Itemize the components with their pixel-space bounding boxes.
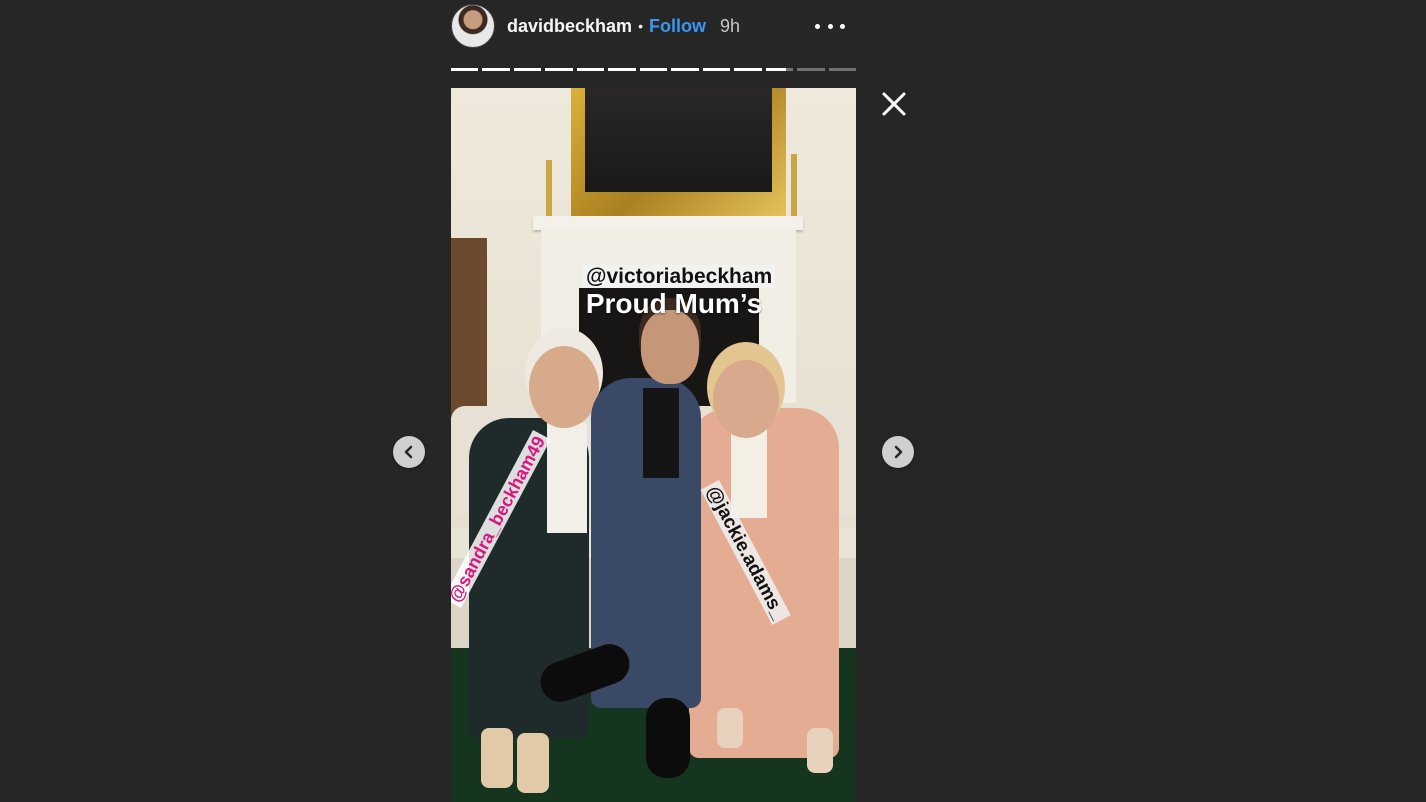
more-dot — [840, 23, 845, 29]
progress-segment — [482, 68, 510, 71]
separator-dot: • — [638, 18, 643, 34]
follow-button[interactable]: Follow — [649, 16, 706, 37]
photo-person-right-blouse — [731, 428, 767, 518]
photo-shoe — [807, 728, 833, 773]
more-options-icon[interactable] — [815, 14, 845, 38]
progress-segment — [671, 68, 699, 71]
previous-story-button[interactable] — [393, 436, 425, 468]
story-photo — [451, 88, 856, 802]
post-time: 9h — [719, 15, 740, 36]
photo-shoe — [517, 733, 549, 793]
next-story-button[interactable] — [882, 436, 914, 468]
story-header: davidbeckham • Follow 9h — [451, 4, 856, 48]
progress-fill — [765, 68, 787, 71]
photo-person-right-head — [713, 360, 779, 438]
progress-segment — [797, 68, 825, 71]
mention-text: @victoriabeckham — [583, 265, 776, 288]
progress-segment — [451, 68, 479, 71]
more-dot — [827, 23, 833, 29]
progress-fill — [482, 68, 510, 71]
photo-candlestick — [791, 154, 797, 216]
photo-door — [451, 238, 487, 418]
progress-segment — [545, 68, 573, 71]
photo-person-left-blouse — [547, 423, 587, 533]
photo-person-middle-shirt — [643, 388, 679, 478]
progress-segment — [702, 68, 731, 71]
progress-segment — [639, 68, 668, 71]
avatar[interactable] — [451, 4, 495, 48]
photo-shoe — [717, 708, 743, 748]
username-link[interactable]: davidbeckham — [507, 16, 632, 37]
progress-fill — [576, 68, 605, 71]
photo-candlestick — [546, 160, 552, 216]
photo-person-middle-head — [641, 310, 699, 384]
progress-fill — [639, 68, 668, 71]
close-icon-svg — [882, 92, 906, 116]
photo-shoe — [481, 728, 513, 788]
story-viewer: davidbeckham • Follow 9h @victoriabeckha… — [0, 0, 1426, 802]
chevron-left-icon — [404, 445, 413, 459]
progress-segment — [765, 68, 794, 71]
progress-fill — [513, 68, 542, 71]
photo-painting — [585, 88, 772, 192]
progress-segment — [608, 68, 636, 71]
progress-segment — [513, 68, 542, 71]
chevron-right-icon — [894, 445, 903, 459]
progress-fill — [545, 68, 573, 71]
progress-segment — [734, 68, 762, 71]
progress-segment — [576, 68, 605, 71]
photo-shoe — [646, 698, 690, 778]
story-caption: Proud Mum’s — [585, 288, 763, 319]
story-media[interactable]: @victoriabeckham Proud Mum’s @sandra_bec… — [451, 88, 856, 802]
progress-fill — [702, 68, 731, 71]
progress-segment — [828, 68, 857, 71]
story-progress-bar — [451, 68, 857, 71]
mention-sticker-top[interactable]: @victoriabeckham — [579, 265, 780, 289]
progress-fill — [451, 68, 479, 71]
photo-person-left-head — [529, 346, 599, 428]
more-dot — [815, 23, 820, 29]
progress-fill — [608, 68, 636, 71]
progress-fill — [671, 68, 699, 71]
progress-fill — [734, 68, 762, 71]
close-icon[interactable] — [880, 90, 908, 118]
